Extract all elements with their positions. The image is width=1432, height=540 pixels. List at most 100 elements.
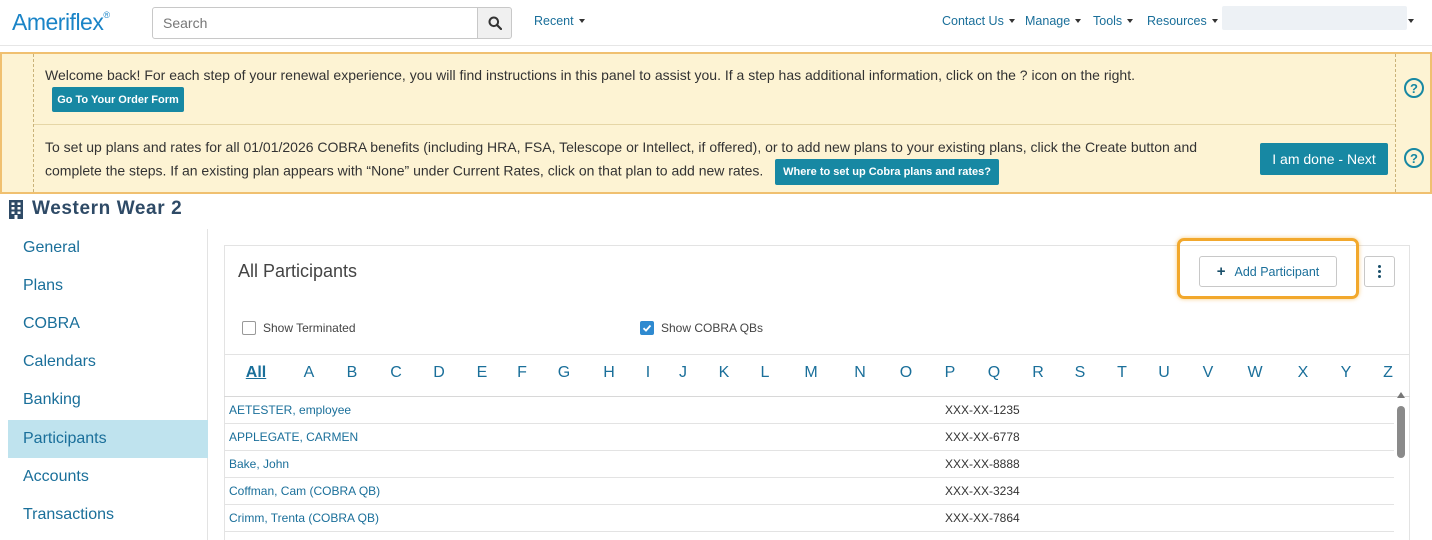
go-to-order-form-button[interactable]: Go To Your Order Form [52, 87, 184, 112]
letter-filter-o[interactable]: O [891, 364, 921, 382]
building-icon [9, 199, 23, 219]
table-row: Crimm, Trenta (COBRA QB) XXX-XX-7864 [224, 505, 1394, 532]
letter-filter-v[interactable]: V [1193, 364, 1223, 382]
letter-filter-z[interactable]: Z [1373, 364, 1403, 382]
letter-filter-q[interactable]: Q [979, 364, 1009, 382]
letter-filter-x[interactable]: X [1288, 364, 1318, 382]
chevron-down-icon [578, 19, 585, 23]
sidebar-item-participants[interactable]: Participants [8, 420, 208, 458]
kebab-dot-icon [1378, 270, 1381, 273]
letter-filter-l[interactable]: L [750, 364, 780, 382]
chevron-down-icon [1008, 19, 1015, 23]
letter-filter-c[interactable]: C [381, 364, 411, 382]
add-participant-label: Add Participant [1234, 264, 1320, 279]
letter-filter-m[interactable]: M [796, 364, 826, 382]
letter-filter-f[interactable]: F [507, 364, 537, 382]
search-button[interactable] [477, 7, 512, 39]
recent-label: Recent [534, 14, 574, 28]
scroll-thumb[interactable] [1397, 406, 1405, 458]
more-options-button[interactable] [1364, 256, 1395, 287]
letter-filter-b[interactable]: B [337, 364, 367, 382]
checkbox-unchecked-icon[interactable] [242, 321, 256, 335]
letter-filter-g[interactable]: G [549, 364, 579, 382]
participant-name-link[interactable]: APPLEGATE, CARMEN [229, 430, 358, 444]
show-terminated-label: Show Terminated [263, 321, 356, 335]
participant-ssn: XXX-XX-6778 [945, 430, 1020, 444]
table-row: APPLEGATE, CARMEN XXX-XX-6778 [224, 424, 1394, 451]
resources-label: Resources [1147, 14, 1207, 28]
banner-left-divider [33, 54, 34, 192]
kebab-dot-icon [1378, 275, 1381, 278]
letter-filter-i[interactable]: I [633, 364, 663, 382]
tools-menu[interactable]: Tools [1093, 14, 1134, 28]
company-header: Western Wear 2 [8, 198, 182, 220]
participant-ssn: XXX-XX-1235 [945, 403, 1020, 417]
letter-filter-j[interactable]: J [668, 364, 698, 382]
letter-filter-d[interactable]: D [424, 364, 454, 382]
search-input[interactable] [152, 7, 478, 39]
sidebar-item-transactions[interactable]: Transactions [8, 496, 208, 534]
letter-filter-all[interactable]: All [241, 364, 271, 382]
kebab-dot-icon [1378, 265, 1381, 268]
participant-name-link[interactable]: Coffman, Cam (COBRA QB) [229, 484, 380, 498]
help-icon[interactable]: ? [1404, 148, 1424, 168]
letter-filter-k[interactable]: K [709, 364, 739, 382]
participant-name-link[interactable]: Crimm, Trenta (COBRA QB) [229, 511, 379, 525]
cobra-instructions: To set up plans and rates for all 01/01/… [45, 136, 1235, 185]
letter-filter-e[interactable]: E [467, 364, 497, 382]
page-title: All Participants [238, 261, 358, 281]
letter-filter-u[interactable]: U [1149, 364, 1179, 382]
table-row: Coffman, Cam (COBRA QB) XXX-XX-3234 [224, 478, 1394, 505]
renewal-instructions-panel: Welcome back! For each step of your rene… [0, 52, 1432, 194]
help-icon[interactable]: ? [1404, 78, 1424, 98]
manage-menu[interactable]: Manage [1025, 14, 1082, 28]
participant-name-link[interactable]: Bake, John [229, 457, 289, 471]
participant-name-link[interactable]: AETESTER, employee [229, 403, 351, 417]
letter-filter-n[interactable]: N [845, 364, 875, 382]
registered-mark: ® [103, 10, 110, 20]
letter-filter-y[interactable]: Y [1331, 364, 1361, 382]
checkmark-icon [642, 324, 652, 332]
chevron-down-icon [1127, 19, 1134, 23]
sidebar-item-banking[interactable]: Banking [8, 381, 208, 419]
plus-icon: + [1216, 263, 1226, 280]
show-cobra-qbs-checkbox[interactable]: Show COBRA QBs [640, 321, 763, 335]
contact-us-menu[interactable]: Contact Us [942, 14, 1015, 28]
contact-us-label: Contact Us [942, 14, 1004, 28]
ameriflex-logo[interactable]: Ameriflex® [12, 9, 110, 36]
cobra-setup-help-button[interactable]: Where to set up Cobra plans and rates? [775, 159, 999, 185]
table-scrollbar[interactable] [1394, 390, 1408, 540]
table-row: Bake, John XXX-XX-8888 [224, 451, 1394, 478]
sidebar-item-general[interactable]: General [8, 229, 208, 267]
user-menu[interactable] [1222, 6, 1407, 30]
letter-filter-w[interactable]: W [1240, 364, 1270, 382]
scroll-up-arrow-icon[interactable] [1397, 392, 1405, 398]
logo-text: Ameriflex [12, 9, 104, 35]
company-name: Western Wear 2 [32, 198, 183, 219]
user-menu-chevron-down-icon[interactable] [1408, 19, 1414, 23]
add-participant-button[interactable]: + Add Participant [1199, 256, 1337, 287]
sidebar-item-accounts[interactable]: Accounts [8, 458, 208, 496]
show-terminated-checkbox[interactable]: Show Terminated [242, 321, 356, 335]
participant-ssn: XXX-XX-3234 [945, 484, 1020, 498]
letter-filter-h[interactable]: H [594, 364, 624, 382]
letter-filter-s[interactable]: S [1065, 364, 1095, 382]
letter-filter-a[interactable]: A [294, 364, 324, 382]
sidebar-item-cobra[interactable]: COBRA [8, 305, 208, 343]
search-icon [488, 16, 502, 30]
manage-label: Manage [1025, 14, 1071, 28]
sidebar-item-calendars[interactable]: Calendars [8, 343, 208, 381]
participants-table: AETESTER, employee XXX-XX-1235 APPLEGATE… [224, 397, 1394, 532]
chevron-down-icon [1075, 19, 1082, 23]
letter-filter-t[interactable]: T [1107, 364, 1137, 382]
letter-filter-p[interactable]: P [935, 364, 965, 382]
resources-menu[interactable]: Resources [1147, 14, 1218, 28]
table-row: AETESTER, employee XXX-XX-1235 [224, 397, 1394, 424]
checkbox-checked-icon[interactable] [640, 321, 654, 335]
done-next-button[interactable]: I am done - Next [1260, 143, 1388, 175]
cobra-instructions-text: To set up plans and rates for all 01/01/… [45, 139, 1198, 179]
banner-right-divider [1395, 54, 1396, 192]
recent-menu[interactable]: Recent [534, 14, 585, 28]
sidebar-item-plans[interactable]: Plans [8, 267, 208, 305]
letter-filter-r[interactable]: R [1023, 364, 1053, 382]
